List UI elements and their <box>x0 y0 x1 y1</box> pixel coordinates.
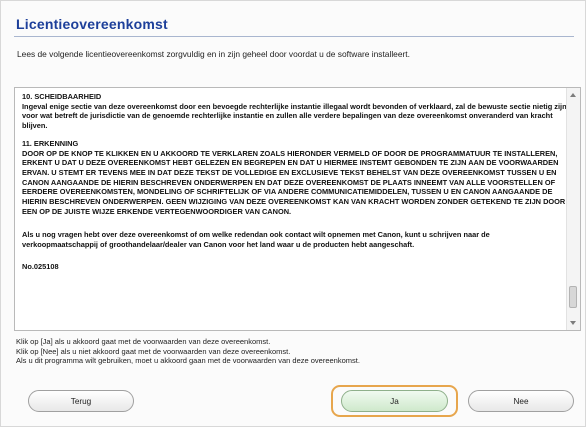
contact-paragraph: Als u nog vragen hebt over deze overeenk… <box>22 230 490 250</box>
back-button[interactable]: Terug <box>28 390 134 412</box>
scroll-up-arrow-icon[interactable] <box>570 93 576 97</box>
instruction-line-2: Klik op [Nee] als u niet akkoord gaat me… <box>16 346 291 356</box>
instruction-line-3: Als u dit programma wilt gebruiken, moet… <box>16 356 360 366</box>
section-10-heading: 10. SCHEIDBAARHEID <box>22 92 102 101</box>
scroll-down-arrow-icon[interactable] <box>570 321 576 325</box>
section-10-body: Ingeval enige sectie van deze overeenkom… <box>22 101 567 131</box>
section-11-heading: 11. ERKENNING <box>22 138 79 148</box>
license-content: 10. SCHEIDBAARHEID Ingeval enige sectie … <box>22 92 567 280</box>
section-11-body: DOOR OP DE KNOP TE KLIKKEN EN U AKKOORD … <box>22 148 566 216</box>
vertical-scrollbar[interactable] <box>566 88 580 330</box>
yes-button-focus-ring: Ja <box>331 385 458 417</box>
yes-button[interactable]: Ja <box>341 390 448 412</box>
scroll-thumb[interactable] <box>569 286 577 308</box>
intro-text: Lees de volgende licentieovereenkomst zo… <box>17 49 410 59</box>
dialog-title: Licentieovereenkomst <box>16 16 168 32</box>
license-dialog: Licentieovereenkomst Lees de volgende li… <box>0 0 586 427</box>
title-divider <box>14 36 574 37</box>
license-number: No.025108 <box>22 261 59 271</box>
license-text-box[interactable]: 10. SCHEIDBAARHEID Ingeval enige sectie … <box>14 87 581 331</box>
instructions: Klik op [Ja] als u akkoord gaat met de v… <box>16 337 360 366</box>
instruction-line-1: Klik op [Ja] als u akkoord gaat met de v… <box>16 337 271 346</box>
no-button[interactable]: Nee <box>468 390 574 412</box>
